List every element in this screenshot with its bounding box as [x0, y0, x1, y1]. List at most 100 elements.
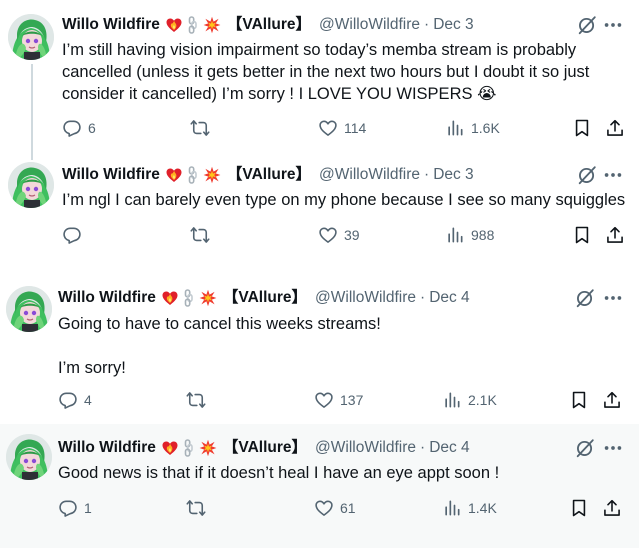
- name-tag: 【VAllure】: [222, 439, 308, 456]
- bookmark-button[interactable]: [569, 497, 589, 519]
- bookmark-icon: [569, 390, 589, 410]
- like-icon: [314, 498, 334, 518]
- display-name[interactable]: Willo Wildfire: [62, 165, 160, 185]
- name-emojis: [165, 166, 221, 184]
- reply-button[interactable]: [62, 224, 88, 246]
- grok-icon[interactable]: [574, 437, 596, 459]
- bookmark-button[interactable]: [572, 224, 592, 246]
- tweet-date[interactable]: Dec 4: [429, 288, 470, 308]
- display-name[interactable]: Willo Wildfire: [58, 438, 156, 458]
- share-button[interactable]: [602, 389, 622, 411]
- like-button[interactable]: 137: [314, 389, 363, 411]
- action-bar: 39 988: [62, 224, 639, 246]
- heart-on-fire-emoji: [165, 166, 183, 184]
- tweet-text-line: Good news is that if it doesn’t heal I h…: [58, 464, 500, 482]
- repost-button[interactable]: [186, 389, 212, 411]
- like-button[interactable]: 39: [318, 224, 360, 246]
- grok-icon[interactable]: [574, 287, 596, 309]
- share-icon: [602, 390, 622, 410]
- tweet-text: Good news is that if it doesn’t heal I h…: [58, 462, 628, 484]
- reply-icon: [58, 390, 78, 410]
- views-button[interactable]: 2.1K: [442, 389, 497, 411]
- tweet-text: I’m still having vision impairment so to…: [62, 39, 632, 105]
- separator-dot: ·: [420, 439, 426, 456]
- views-icon: [442, 498, 462, 518]
- tweet[interactable]: Willo Wildfire 【VAllure】 @WilloWildfire …: [0, 424, 639, 548]
- reply-button[interactable]: 1: [58, 497, 92, 519]
- avatar[interactable]: [6, 434, 52, 480]
- tweet[interactable]: Willo Wildfire 【VAllure】 @WilloWildfire …: [0, 272, 639, 422]
- tweet-text-line: Going to have to cancel this weeks strea…: [58, 315, 381, 333]
- tweet-header: Willo Wildfire 【VAllure】 @WilloWildfire …: [58, 438, 470, 458]
- heart-on-fire-emoji: [165, 16, 183, 34]
- like-icon: [314, 390, 334, 410]
- more-icon[interactable]: [602, 437, 624, 459]
- views-count: 988: [471, 227, 495, 243]
- like-count: 39: [344, 227, 360, 243]
- handle[interactable]: @WilloWildfire: [319, 15, 420, 35]
- display-name[interactable]: Willo Wildfire: [62, 15, 160, 35]
- bookmark-icon: [572, 118, 592, 138]
- action-bar: 1 61 1.4K: [58, 497, 639, 519]
- tweet-text: Going to have to cancel this weeks strea…: [58, 313, 628, 379]
- handle[interactable]: @WilloWildfire: [315, 438, 416, 458]
- heart-on-fire-emoji: [161, 439, 179, 457]
- views-icon: [445, 225, 465, 245]
- name-tag: 【VAllure】: [226, 16, 312, 33]
- collision-emoji: [203, 16, 221, 34]
- more-icon[interactable]: [602, 164, 624, 186]
- handle[interactable]: @WilloWildfire: [315, 288, 416, 308]
- name-emojis: [165, 16, 221, 34]
- reply-button[interactable]: 4: [58, 389, 92, 411]
- tweet[interactable]: Willo Wildfire 【VAllure】 @WilloWildfire …: [0, 150, 639, 260]
- handle[interactable]: @WilloWildfire: [319, 165, 420, 185]
- views-button[interactable]: 988: [445, 224, 494, 246]
- like-button[interactable]: 114: [318, 117, 366, 139]
- separator-dot: ·: [424, 16, 430, 33]
- views-button[interactable]: 1.4K: [442, 497, 497, 519]
- repost-button[interactable]: [190, 224, 216, 246]
- chains-emoji: [184, 166, 202, 184]
- reply-button[interactable]: 6: [62, 117, 96, 139]
- bookmark-button[interactable]: [572, 117, 592, 139]
- avatar[interactable]: [8, 162, 54, 208]
- reply-icon: [62, 225, 82, 245]
- avatar[interactable]: [6, 286, 52, 332]
- like-button[interactable]: 61: [314, 497, 356, 519]
- separator-dot: ·: [424, 166, 430, 183]
- tweet-date[interactable]: Dec 4: [429, 438, 470, 458]
- grok-icon[interactable]: [576, 164, 598, 186]
- tweet-date[interactable]: Dec 3: [433, 165, 474, 185]
- views-icon: [442, 390, 462, 410]
- tweet-text-line: I’m sorry!: [58, 359, 126, 377]
- repost-button[interactable]: [190, 117, 216, 139]
- tweet-date[interactable]: Dec 3: [433, 15, 474, 35]
- tweet-header: Willo Wildfire 【VAllure】 @WilloWildfire …: [62, 165, 474, 185]
- like-count: 114: [344, 120, 367, 136]
- views-button[interactable]: 1.6K: [445, 117, 500, 139]
- tweet-text-line: I’m ngl I can barely even type on my pho…: [62, 191, 626, 209]
- heart-on-fire-emoji: [161, 289, 179, 307]
- display-name[interactable]: Willo Wildfire: [58, 288, 156, 308]
- reply-count: 1: [84, 500, 92, 516]
- repost-button[interactable]: [186, 497, 212, 519]
- tweet-text: I’m ngl I can barely even type on my pho…: [62, 189, 632, 211]
- tweet[interactable]: Willo Wildfire 【VAllure】 @WilloWildfire …: [0, 0, 639, 150]
- more-icon[interactable]: [602, 287, 624, 309]
- grok-icon[interactable]: [576, 14, 598, 36]
- avatar[interactable]: [8, 14, 54, 60]
- collision-emoji: [199, 439, 217, 457]
- share-icon: [605, 225, 625, 245]
- share-button[interactable]: [605, 224, 625, 246]
- name-emojis: [161, 289, 217, 307]
- repost-icon: [190, 118, 210, 138]
- share-button[interactable]: [602, 497, 622, 519]
- repost-icon: [186, 498, 206, 518]
- like-icon: [318, 118, 338, 138]
- share-button[interactable]: [605, 117, 625, 139]
- reply-count: 6: [88, 120, 96, 136]
- bookmark-button[interactable]: [569, 389, 589, 411]
- bookmark-icon: [572, 225, 592, 245]
- tweet-text-line: I’m still having vision impairment so to…: [62, 41, 590, 103]
- more-icon[interactable]: [602, 14, 624, 36]
